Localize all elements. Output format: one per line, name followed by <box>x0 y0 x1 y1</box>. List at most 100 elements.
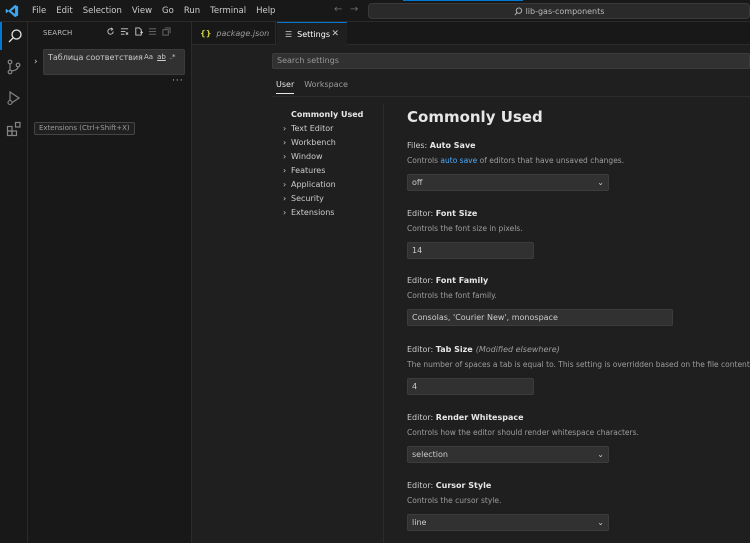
input-value: 4 <box>412 382 418 391</box>
extensions-tooltip: Extensions (Ctrl+Shift+X) <box>34 122 135 135</box>
settings-toc: Commonly Used › Text Editor › Workbench › W… <box>283 107 379 219</box>
setting-category: Editor: <box>407 413 436 422</box>
collapse-all-icon[interactable] <box>162 27 171 36</box>
settings-search-input[interactable]: Search settings <box>272 53 750 69</box>
tab-workspace[interactable]: Workspace <box>304 80 348 94</box>
toc-divider <box>383 104 384 543</box>
whole-word-icon[interactable]: ab <box>157 53 166 61</box>
setting-name: Render Whitespace <box>435 413 524 422</box>
setting-title: Editor: Font Size <box>407 209 750 221</box>
toc-item-workbench[interactable]: › Workbench <box>283 135 379 149</box>
toc-item-window[interactable]: › Window <box>283 149 379 163</box>
toggle-replace-icon[interactable]: › <box>34 57 38 67</box>
search-details-toggle[interactable]: ··· <box>172 76 184 86</box>
input-value: 14 <box>412 246 423 255</box>
setting-title: Editor: Render Whitespace <box>407 413 750 425</box>
dropdown-value: off <box>412 178 423 187</box>
title-bar: File Edit Selection View Go Run Terminal… <box>0 0 750 22</box>
view-as-tree-icon[interactable] <box>148 27 157 36</box>
activity-extensions[interactable] <box>0 115 28 143</box>
tab-settings[interactable]: ☰ Settings ✕ <box>277 22 347 45</box>
search-icon <box>514 6 522 15</box>
toc-item-text-editor[interactable]: › Text Editor <box>283 121 379 135</box>
activity-source-control[interactable] <box>0 53 28 81</box>
chevron-down-icon: ⌄ <box>597 450 604 459</box>
setting-name: Cursor Style <box>435 481 492 490</box>
chevron-down-icon: ⌄ <box>597 518 604 527</box>
tab-package-json[interactable]: {} package.json <box>192 22 276 45</box>
arrow-left-icon[interactable]: ← <box>334 4 342 15</box>
chevron-right-icon: › <box>283 179 287 189</box>
desc-text: Controls <box>407 156 441 165</box>
clear-results-icon[interactable] <box>120 27 129 36</box>
settings-lines-icon: ☰ <box>285 29 293 39</box>
sidebar-title: SEARCH <box>43 29 73 37</box>
json-file-icon: {} <box>200 29 212 38</box>
setting-name: Font Family <box>435 276 489 285</box>
activity-run-debug[interactable] <box>0 84 28 112</box>
setting-description: Controls how the editor should render wh… <box>407 428 639 437</box>
setting-render-whitespace: Editor: Render Whitespace Controls how t… <box>407 413 750 463</box>
modified-indicator[interactable]: (Modified elsewhere) <box>476 345 560 354</box>
setting-description: Controls auto save of editors that have … <box>407 156 750 167</box>
match-case-icon[interactable]: Aa <box>144 53 153 61</box>
toc-label: Application <box>291 179 336 189</box>
toc-item-security[interactable]: › Security <box>283 191 379 205</box>
setting-name: Font Size <box>435 209 478 218</box>
toc-item-application[interactable]: › Application <box>283 177 379 191</box>
setting-category: Editor: <box>407 345 436 354</box>
run-debug-icon <box>7 90 21 106</box>
auto-save-link[interactable]: auto save <box>440 156 477 165</box>
command-center[interactable]: lib-gas-components <box>368 3 750 19</box>
menu-view[interactable]: View <box>127 0 157 22</box>
menu-run[interactable]: Run <box>179 0 205 22</box>
setting-description: Controls the cursor style. <box>407 496 502 505</box>
new-search-editor-icon[interactable] <box>134 27 143 36</box>
dropdown-value: line <box>412 518 427 527</box>
setting-title: Editor: Tab Size (Modified elsewhere) <box>407 345 750 357</box>
extensions-icon <box>6 121 21 137</box>
divider <box>272 96 750 97</box>
toc-label: Extensions <box>291 207 335 217</box>
setting-font-size: Editor: Font Size Controls the font size… <box>407 209 750 259</box>
editor-tabs: {} package.json ☰ Settings ✕ <box>192 22 750 45</box>
regex-icon[interactable]: .* <box>170 53 176 61</box>
render-whitespace-dropdown[interactable]: selection ⌄ <box>407 446 609 463</box>
close-icon[interactable]: ✕ <box>331 29 339 39</box>
cursor-style-dropdown[interactable]: line ⌄ <box>407 514 609 531</box>
font-size-input[interactable]: 14 <box>407 242 534 259</box>
activity-search[interactable] <box>0 22 28 50</box>
chevron-right-icon: › <box>283 193 287 203</box>
menu-help[interactable]: Help <box>251 0 280 22</box>
arrow-right-icon[interactable]: → <box>350 4 358 15</box>
menu-file[interactable]: File <box>27 0 51 22</box>
tab-user[interactable]: User <box>276 80 295 94</box>
menu-edit[interactable]: Edit <box>51 0 77 22</box>
toc-label: Window <box>291 151 323 161</box>
toc-label: Text Editor <box>291 123 334 133</box>
tab-size-input[interactable]: 4 <box>407 378 534 395</box>
refresh-icon[interactable] <box>106 27 115 36</box>
section-heading: Commonly Used <box>407 108 543 126</box>
menu-terminal[interactable]: Terminal <box>205 0 251 22</box>
setting-font-family: Editor: Font Family Controls the font fa… <box>407 276 750 326</box>
setting-auto-save: Files: Auto Save Controls auto save of e… <box>407 141 750 191</box>
font-family-input[interactable]: Consolas, 'Courier New', monospace <box>407 309 673 326</box>
setting-name: Tab Size <box>435 345 473 354</box>
chevron-right-icon: › <box>283 207 287 217</box>
toc-item-extensions[interactable]: › Extensions <box>283 205 379 219</box>
menu-bar: File Edit Selection View Go Run Terminal… <box>27 0 280 22</box>
search-sidebar: SEARCH › Таблица соответствия Aa ab .* ·… <box>28 22 192 543</box>
toc-item-commonly-used[interactable]: Commonly Used <box>283 107 379 121</box>
auto-save-dropdown[interactable]: off ⌄ <box>407 174 609 191</box>
chevron-down-icon: ⌄ <box>597 178 604 187</box>
search-options: Aa ab .* <box>144 53 176 61</box>
setting-description: The number of spaces a tab is equal to. … <box>407 360 750 369</box>
search-input[interactable]: Таблица соответствия Aa ab .* <box>43 49 185 75</box>
setting-title: Files: Auto Save <box>407 141 750 153</box>
toc-item-features[interactable]: › Features <box>283 163 379 177</box>
toc-label: Workbench <box>291 137 336 147</box>
menu-selection[interactable]: Selection <box>78 0 127 22</box>
setting-description: Controls the font family. <box>407 291 497 300</box>
menu-go[interactable]: Go <box>157 0 179 22</box>
